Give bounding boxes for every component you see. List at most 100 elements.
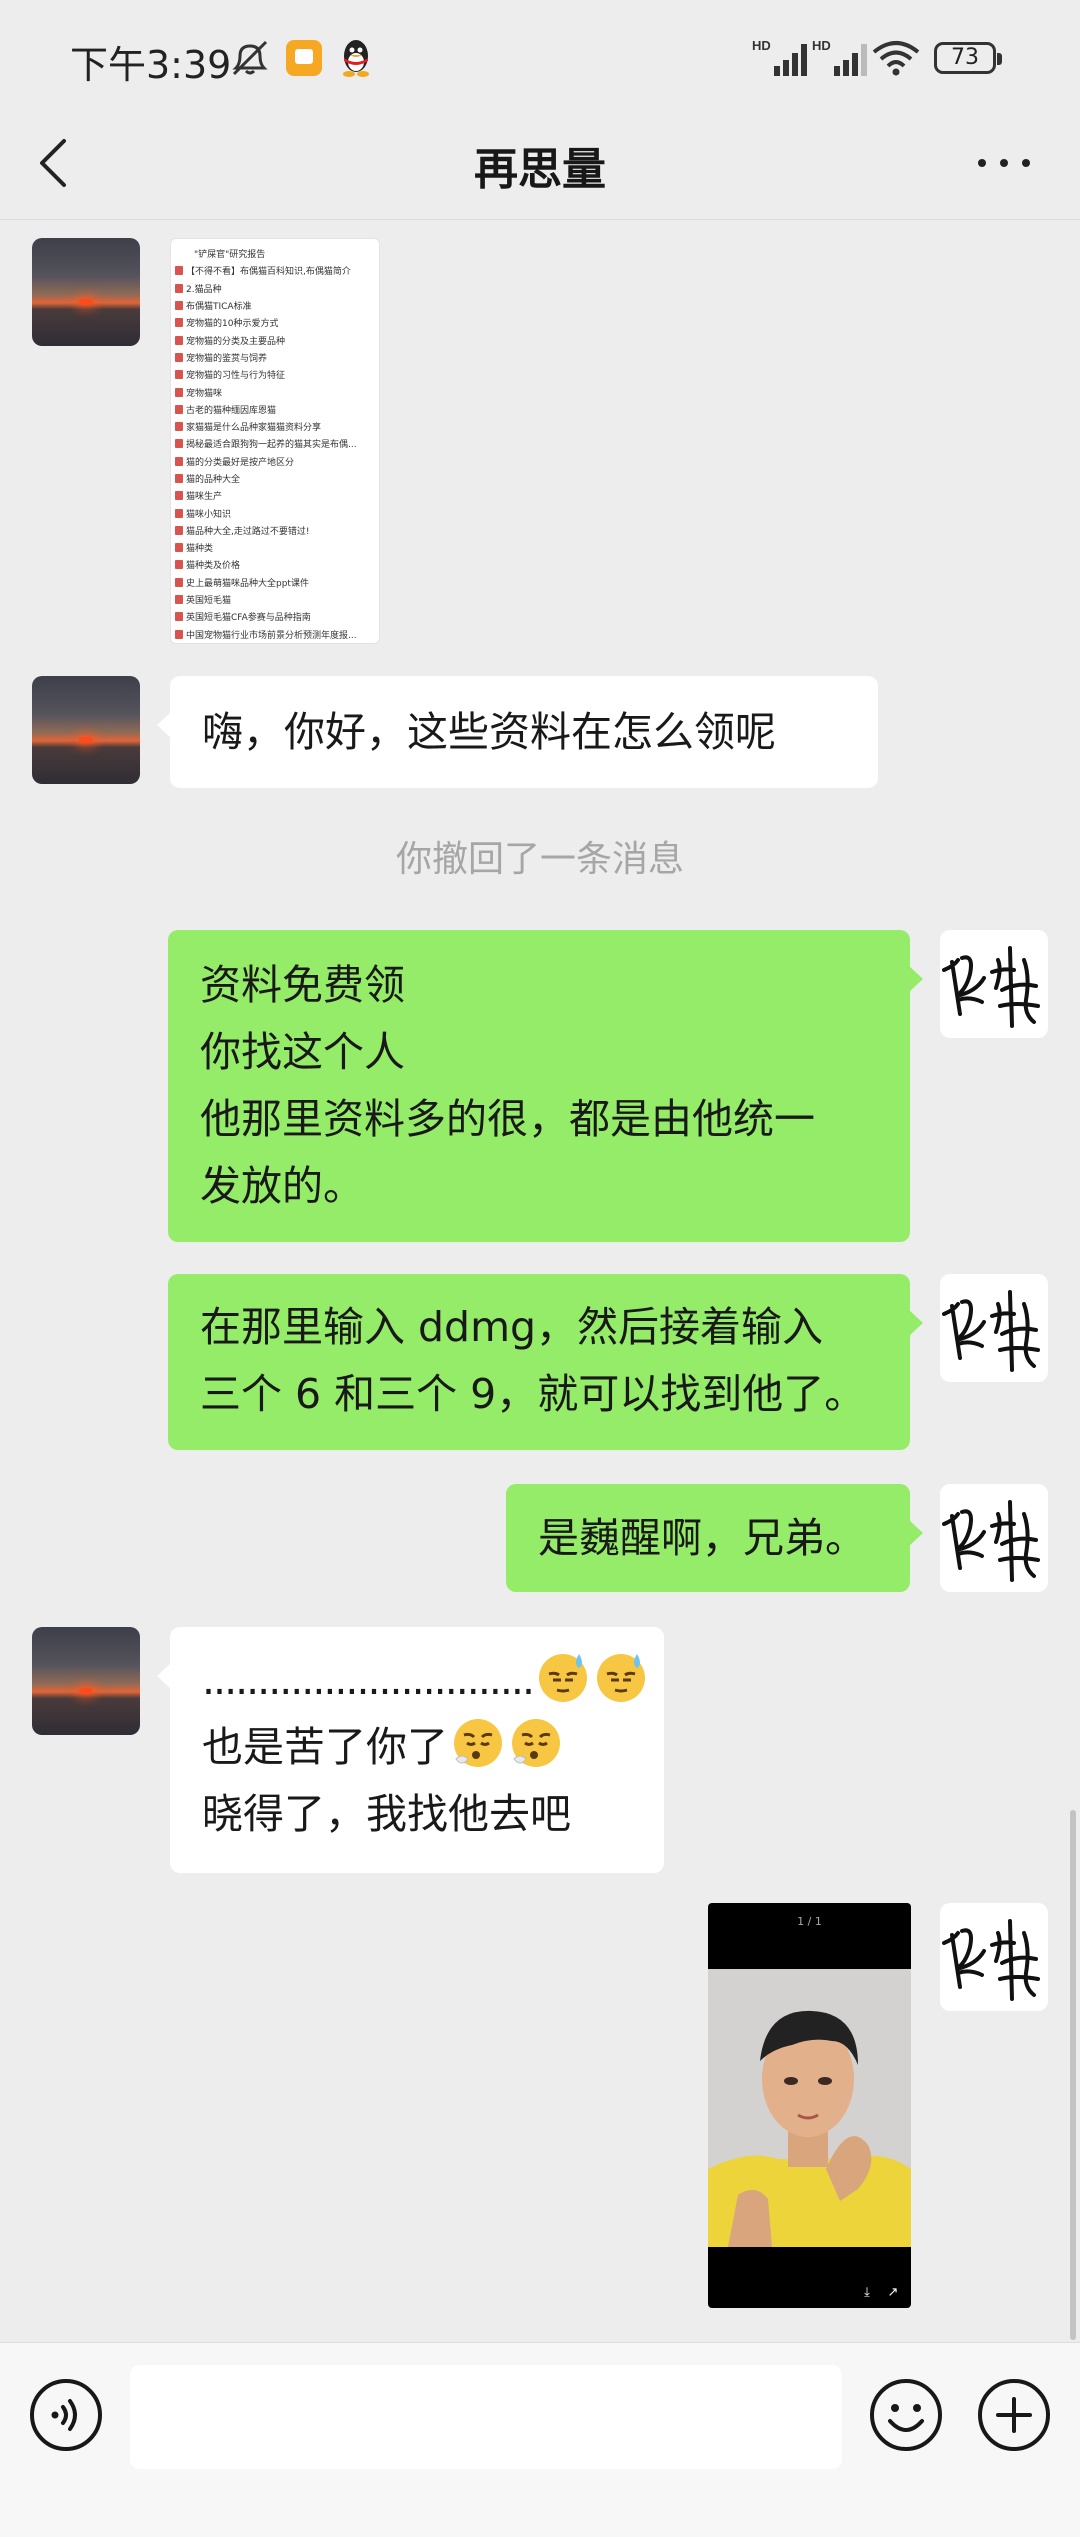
document-list-item: 宠物猫咪 [175,383,375,400]
document-title: 家猫猫是什么品种家猫猫资料分享 [186,423,322,434]
chat-title: 再思量 [474,144,606,195]
incoming-message[interactable]: 嗨，你好，这些资料在怎么领呢 [157,676,878,788]
message-app-icon [286,40,322,76]
pdf-file-icon [175,491,183,501]
my-avatar[interactable] [940,1484,1048,1592]
document-list-item: 猫种类 [175,539,375,556]
contact-avatar[interactable] [32,676,140,784]
message-input[interactable] [130,2365,842,2469]
wifi-icon [872,41,920,76]
document-title: 宠物猫的鉴赏与饲养 [186,353,268,364]
document-title: 古老的猫种缅因库恩猫 [186,405,277,416]
document-title: 猫的品种大全 [186,475,241,485]
scrollbar[interactable] [1070,1810,1076,2340]
contact-avatar[interactable] [32,1627,140,1735]
mute-bell-icon [232,40,268,76]
outgoing-message[interactable]: 是巍醒啊，兄弟。 [506,1484,923,1592]
signature-avatar-image [942,1919,1040,2001]
pdf-file-icon [175,283,183,293]
pdf-file-icon [175,543,183,553]
plus-icon[interactable] [976,2377,1052,2453]
document-title: 中国宠物猫行业市场前景分析预测年度报... [186,630,357,641]
outgoing-message[interactable]: 在那里输入 ddmg，然后接着输入 三个 6 和三个 9，就可以找到他了。 [168,1274,923,1450]
share-icon[interactable]: ↗ [886,2286,900,2300]
incoming-message[interactable]: .............................. 也是苦了你了 晓得… [157,1627,664,1873]
document-list-item: 布偶猫TICA标准 [175,297,375,314]
document-title: 宠物猫的分类及主要品种 [186,336,286,347]
document-list-item: 英国短毛猫CFA参赛与品种指南 [175,608,375,625]
document-list-image[interactable]: "铲屎官"研究报告【不得不看】布偶猫百科知识,布偶猫简介 2.猫品种布偶猫TICA… [170,238,380,644]
message-line: 三个 6 和三个 9，就可以找到他了。 [200,1370,866,1418]
pdf-file-icon [175,456,183,466]
status-time: 下午3:39 [70,43,232,87]
pdf-file-icon [175,612,183,622]
document-title: 猫种类及价格 [186,561,241,572]
pdf-file-icon [175,422,183,432]
document-list-item: 猫品种大全,走过路过不要错过! [175,522,375,539]
message-line: 资料免费领 [200,961,405,1009]
sighing-emoji-icon [454,1719,502,1767]
document-list-item: "铲屎官"研究报告 [175,245,375,262]
pdf-file-icon [175,595,183,605]
pdf-file-icon [175,335,183,345]
document-list-item: 猫的分类最好是按产地区分 [175,453,375,470]
pdf-file-icon [175,318,183,328]
document-title: 英国短毛猫CFA参赛与品种指南 [186,613,311,624]
my-avatar[interactable] [940,930,1048,1038]
document-title: 英国短毛猫 [186,596,232,607]
my-avatar[interactable] [940,1274,1048,1382]
document-title: 宠物猫的10种示爱方式 [186,319,279,330]
battery-indicator: 73 [934,42,1002,74]
document-list-item: 猫咪生产 [175,487,375,504]
document-list-item: 猫咪小知识 [175,504,375,521]
emoji-icon[interactable] [868,2377,944,2453]
document-title: 猫咪小知识 [186,509,232,520]
document-list-item: 宠物猫的鉴赏与饲养 [175,349,375,366]
document-list-item: 中国宠物猫行业市场前景分析预测年度报... [175,626,375,643]
pdf-file-icon [175,387,183,397]
message-line: 晓得了，我找他去吧 [202,1790,571,1838]
video-message[interactable]: 1 / 1 ⤓ ↗ [708,1903,911,2308]
signature-avatar-image [942,946,1040,1028]
my-avatar[interactable] [940,1903,1048,2011]
more-dots-icon[interactable] [974,151,1034,175]
outgoing-message[interactable]: 资料免费领 你找这个人 他那里资料多的很，都是由他统一 发放的。 [168,930,923,1242]
qq-penguin-icon [343,40,369,77]
video-thumbnail [708,1969,911,2247]
document-list-item: 宠物猫的分类及主要品种 [175,331,375,348]
document-title: 猫种类 [186,544,214,555]
document-title: 【不得不看】布偶猫百科知识,布偶猫简介 [186,267,351,278]
status-bar: 下午3:39 HD HD 73 [0,0,1080,115]
signature-avatar-image [942,1500,1040,1582]
video-page-counter: 1 / 1 [797,1915,822,1928]
document-list-item: 宠物猫的习性与行为特征 [175,366,375,383]
pdf-file-icon [175,301,183,311]
pdf-file-icon [175,577,183,587]
input-bar [0,2342,1080,2537]
voice-icon[interactable] [28,2377,104,2453]
message-line: 他那里资料多的很，都是由他统一 [200,1095,815,1143]
message-text: 是巍醒啊，兄弟。 [538,1514,866,1562]
document-list-item: 古老的猫种缅因库恩猫 [175,401,375,418]
pdf-file-icon [175,404,183,414]
document-title: 猫品种大全,走过路过不要错过! [186,526,310,537]
contact-avatar[interactable] [32,238,140,346]
message-line: 你找这个人 [200,1028,405,1076]
document-title: 揭秘最适合跟狗狗一起养的猫其实是布偶... [186,440,357,451]
pdf-file-icon [175,439,183,449]
document-title: 布偶猫TICA标准 [186,302,252,313]
sweat-relieved-emoji-icon [596,1654,645,1702]
document-title: 史上最萌猫咪品种大全ppt课件 [186,578,309,589]
document-list-item: 【不得不看】布偶猫百科知识,布偶猫简介 [175,262,375,279]
document-title: 2.猫品种 [186,284,222,295]
signal-icon-1: HD [752,38,807,76]
recall-notice: 你撤回了一条消息 [395,839,684,880]
document-title: 宠物猫的习性与行为特征 [186,371,286,382]
message-line: 也是苦了你了 [202,1714,632,1781]
download-icon[interactable]: ⤓ [860,2286,874,2300]
document-list-item: 猫种类及价格 [175,556,375,573]
message-text: 嗨，你好，这些资料在怎么领呢 [202,708,776,756]
pdf-file-icon [175,266,183,276]
pdf-file-icon [175,352,183,362]
document-title: "铲屎官"研究报告 [194,250,266,261]
